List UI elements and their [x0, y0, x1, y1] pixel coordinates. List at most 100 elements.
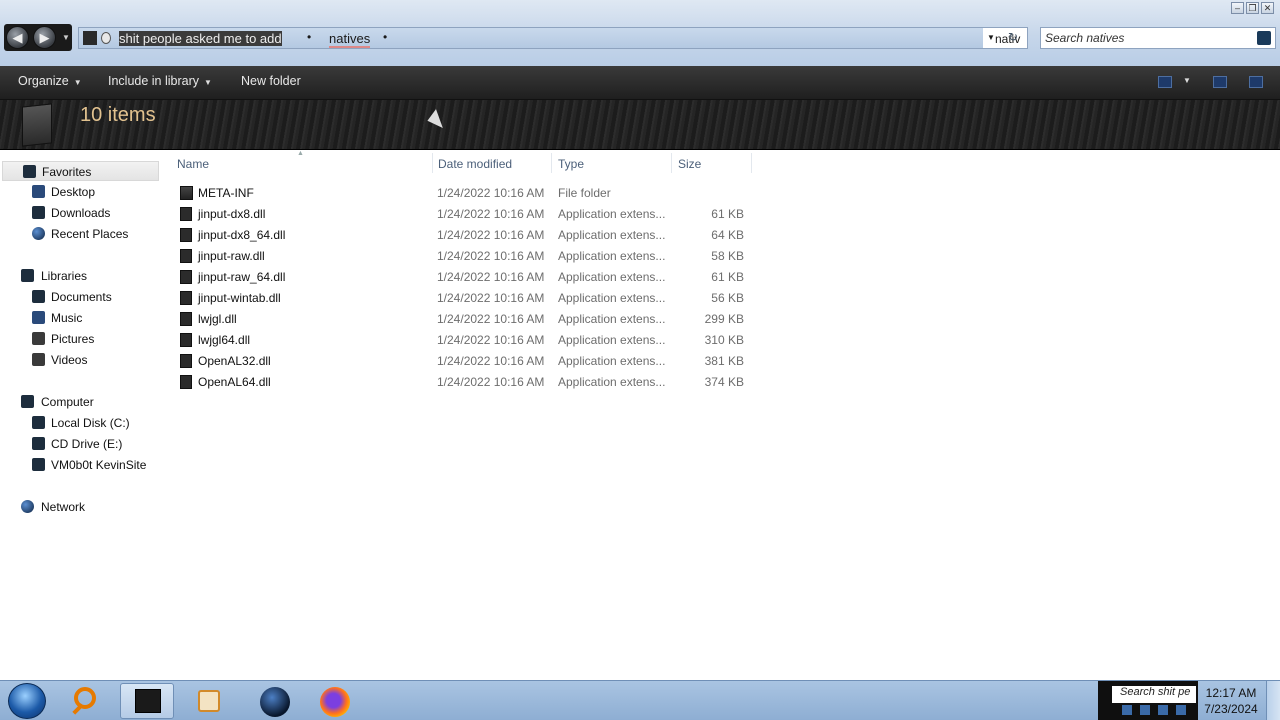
minimize-button[interactable]: – — [1231, 2, 1244, 14]
nav-item-desktop[interactable]: Desktop — [0, 182, 160, 202]
show-desktop-button[interactable] — [1266, 681, 1280, 720]
restore-button[interactable]: ❐ — [1246, 2, 1259, 14]
file-row[interactable]: jinput-dx8.dll 1/24/2022 10:16 AM Applic… — [176, 203, 752, 224]
nav-item-local-disk[interactable]: Local Disk (C:) — [0, 413, 160, 433]
breadcrumb-chevron-icon[interactable]: • — [383, 30, 387, 44]
file-row[interactable]: jinput-dx8_64.dll 1/24/2022 10:16 AM App… — [176, 224, 752, 245]
taskbar-explorer[interactable] — [120, 683, 174, 719]
nav-libraries[interactable]: Libraries — [0, 266, 160, 286]
file-date: 1/24/2022 10:16 AM — [437, 186, 545, 200]
file-type: Application extens... — [558, 375, 666, 389]
back-button[interactable]: ◀ — [6, 26, 29, 49]
breadcrumb-parent[interactable]: shit people asked me to add — [119, 31, 282, 46]
volume-tray-icon[interactable] — [1158, 705, 1168, 715]
file-row[interactable]: OpenAL64.dll 1/24/2022 10:16 AM Applicat… — [176, 371, 752, 392]
file-row[interactable]: jinput-wintab.dll 1/24/2022 10:16 AM App… — [176, 287, 752, 308]
taskbar-browser[interactable] — [250, 683, 304, 719]
file-date: 1/24/2022 10:16 AM — [437, 312, 545, 326]
change-view-icon[interactable] — [1158, 76, 1172, 88]
file-row[interactable]: OpenAL32.dll 1/24/2022 10:16 AM Applicat… — [176, 350, 752, 371]
dll-file-icon — [180, 354, 192, 368]
preview-pane-icon[interactable] — [1213, 76, 1227, 88]
nav-item-pictures[interactable]: Pictures — [0, 329, 160, 349]
battery-tray-icon[interactable] — [1176, 705, 1186, 715]
music-icon — [32, 311, 45, 324]
nav-network[interactable]: Network — [0, 497, 160, 517]
file-size: 56 KB — [711, 291, 744, 305]
organize-button[interactable]: Organize ▼ — [18, 74, 82, 88]
column-header-date[interactable]: Date modified — [438, 157, 512, 171]
nav-item-network-drive[interactable]: VM0b0t KevinSite — [0, 455, 160, 475]
file-size: 61 KB — [711, 207, 744, 221]
network-tray-icon[interactable] — [1140, 705, 1150, 715]
file-date: 1/24/2022 10:16 AM — [437, 207, 545, 221]
file-type: Application extens... — [558, 207, 666, 221]
videos-icon — [32, 353, 45, 366]
nav-item-downloads[interactable]: Downloads — [0, 203, 160, 223]
column-divider[interactable] — [751, 153, 752, 173]
start-button[interactable] — [8, 683, 46, 719]
nav-item-videos[interactable]: Videos — [0, 350, 160, 370]
taskbar-media-player[interactable] — [184, 683, 238, 719]
documents-icon — [32, 290, 45, 303]
clock[interactable]: 12:17 AM 7/23/2024 — [1200, 685, 1262, 717]
file-row[interactable]: jinput-raw_64.dll 1/24/2022 10:16 AM App… — [176, 266, 752, 287]
nav-label: Pictures — [51, 332, 95, 346]
column-header-size[interactable]: Size — [678, 157, 701, 171]
column-divider[interactable] — [551, 153, 552, 173]
refresh-icon[interactable]: ↻ — [1008, 30, 1018, 44]
libraries-icon — [21, 269, 34, 282]
file-name: jinput-wintab.dll — [198, 291, 281, 305]
column-divider[interactable] — [432, 153, 433, 173]
breadcrumb-current[interactable]: natives — [329, 31, 371, 48]
search-icon[interactable] — [1257, 31, 1271, 45]
column-header-type[interactable]: Type — [558, 157, 584, 171]
file-name: jinput-dx8_64.dll — [198, 228, 286, 242]
nav-favorites[interactable]: Favorites — [2, 161, 159, 181]
chevron-down-icon: ▼ — [204, 78, 212, 87]
new-folder-button[interactable]: New folder — [241, 74, 301, 88]
file-row[interactable]: lwjgl64.dll 1/24/2022 10:16 AM Applicati… — [176, 329, 752, 350]
taskbar-firefox[interactable] — [310, 683, 364, 719]
nav-label: Videos — [51, 353, 88, 367]
tray-icon[interactable] — [1122, 705, 1132, 715]
nav-label: Downloads — [51, 206, 111, 220]
nav-label: Documents — [51, 290, 112, 304]
close-button[interactable]: ✕ — [1261, 2, 1274, 14]
forward-button[interactable]: ▶ — [33, 26, 56, 49]
explorer-icon — [135, 689, 161, 713]
file-row[interactable]: META-INF 1/24/2022 10:16 AM File folder — [176, 182, 752, 203]
search-box[interactable] — [1040, 27, 1276, 49]
help-icon[interactable] — [1249, 76, 1263, 88]
back-arrow-icon: ◀ — [12, 30, 23, 45]
nav-computer[interactable]: Computer — [0, 392, 160, 412]
file-size: 381 KB — [704, 354, 744, 368]
file-name: lwjgl64.dll — [198, 333, 251, 347]
breadcrumb-chevron-icon[interactable]: • — [307, 30, 311, 44]
nav-item-cd-drive[interactable]: CD Drive (E:) — [0, 434, 160, 454]
network-drive-icon — [32, 458, 45, 471]
taskbar-search-app[interactable] — [62, 683, 116, 719]
column-divider[interactable] — [671, 153, 672, 173]
hard-drive-icon — [32, 416, 45, 429]
address-end[interactable]: ▼ nativ — [983, 28, 1027, 48]
navigation-buttons: ◀ ▶ ▼ — [4, 24, 72, 51]
nav-item-documents[interactable]: Documents — [0, 287, 160, 307]
nav-label: Favorites — [42, 165, 92, 179]
tray-search-box[interactable]: Search shit pe — [1112, 686, 1196, 703]
search-input[interactable] — [1041, 28, 1241, 48]
file-row[interactable]: jinput-raw.dll 1/24/2022 10:16 AM Applic… — [176, 245, 752, 266]
recent-pages-dropdown[interactable]: ▼ — [62, 33, 70, 42]
include-in-library-button[interactable]: Include in library ▼ — [108, 74, 212, 88]
address-dropdown-icon[interactable]: ▼ — [987, 33, 995, 42]
nav-item-music[interactable]: Music — [0, 308, 160, 328]
breadcrumb-separator-icon[interactable] — [101, 32, 111, 44]
address-bar[interactable]: shit people asked me to add • natives • … — [78, 27, 1028, 49]
nav-label: Computer — [41, 395, 94, 409]
file-name: jinput-raw.dll — [198, 249, 265, 263]
view-options-dropdown[interactable]: ▼ — [1183, 76, 1191, 85]
file-row[interactable]: lwjgl.dll 1/24/2022 10:16 AM Application… — [176, 308, 752, 329]
system-tray: Search shit pe — [1098, 681, 1198, 720]
nav-item-recent-places[interactable]: Recent Places — [0, 224, 160, 244]
column-header-name[interactable]: Name — [177, 157, 209, 171]
